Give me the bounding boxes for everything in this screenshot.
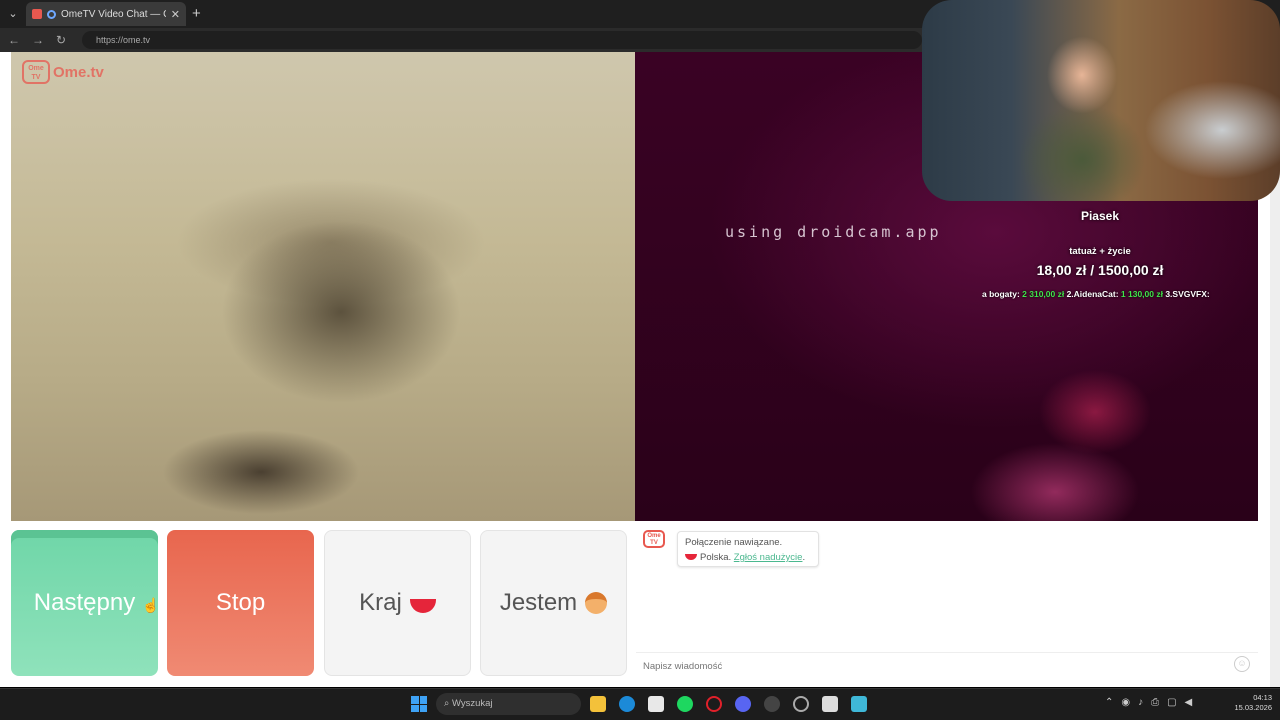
stop-label: Stop: [215, 589, 266, 616]
local-video: [11, 52, 635, 521]
capcut-icon[interactable]: [822, 696, 838, 712]
country-button[interactable]: Kraj: [324, 530, 471, 676]
donation-goal-title: tatuaż + życie: [1069, 246, 1131, 257]
new-tab-button[interactable]: +: [192, 5, 201, 23]
country-label: Kraj: [359, 589, 402, 616]
obs-icon[interactable]: [764, 696, 780, 712]
system-message: Połączenie nawiązane. Polska. Zgłoś nadu…: [677, 531, 819, 567]
recording-indicator-icon: [47, 9, 56, 19]
gender-label: Jestem: [499, 589, 578, 616]
browser-tab[interactable]: OmeTV Video Chat — Omegl ✕: [26, 2, 186, 26]
report-abuse-link[interactable]: Zgłoś nadużycie: [734, 552, 803, 563]
connection-status: Połączenie nawiązane.: [685, 537, 783, 548]
droidcam-watermark: using droidcam.app: [725, 223, 942, 241]
system-tray-icons[interactable]: ⌃◉♪⎙▢◀: [1105, 697, 1200, 708]
clock-time: 04:13: [1253, 693, 1272, 702]
chat-logo-icon: Ome TV: [643, 530, 665, 548]
country-name: Polska.: [700, 552, 732, 563]
emoji-icon[interactable]: ☺: [1234, 656, 1250, 672]
streamer-webcam: [922, 0, 1280, 201]
tab-list-icon[interactable]: ⌄: [4, 5, 22, 23]
next-button[interactable]: Następny: [11, 530, 158, 676]
message-input[interactable]: [643, 659, 1223, 673]
url-field[interactable]: https://ome.tv: [82, 31, 922, 49]
stop-button[interactable]: Stop: [167, 530, 314, 676]
discord-icon[interactable]: [735, 696, 751, 712]
top-donors-ticker: a bogaty: 2 310,00 zł 2.AidenaCat: 1 130…: [982, 289, 1240, 301]
opera-icon[interactable]: [706, 696, 722, 712]
ticker-mid: 2.AidenaCat:: [1064, 289, 1121, 299]
ticker-prefix: a bogaty:: [982, 289, 1023, 299]
favicon-icon: [32, 9, 42, 19]
gender-button[interactable]: Jestem: [480, 530, 627, 676]
reload-icon[interactable]: ↻: [56, 32, 66, 48]
donation-goal-amount: 18,00 zł / 1500,00 zł: [1036, 262, 1164, 278]
ticker-amount: 2 310,00 zł: [1022, 289, 1065, 299]
logo-text: Ome.tv: [53, 63, 104, 81]
back-icon[interactable]: ←: [8, 32, 20, 48]
boy-emoji-icon: [585, 592, 608, 614]
edge-icon[interactable]: [619, 696, 635, 712]
notepad-icon[interactable]: [851, 696, 867, 712]
report-suffix: .: [802, 552, 806, 563]
search-placeholder: Wyszukaj: [451, 698, 493, 709]
clock-date: 15.03.2026: [1234, 703, 1272, 712]
taskbar-search[interactable]: ⌕ Wyszukaj: [436, 693, 581, 715]
next-label: Następny: [33, 589, 136, 616]
app-icon[interactable]: [793, 696, 809, 712]
poland-flag-icon: [409, 599, 436, 613]
taskbar: [0, 688, 1280, 720]
taskbar-clock[interactable]: 04:13 15.03.2026: [1222, 693, 1272, 713]
logo-icon: Ome TV: [22, 60, 50, 84]
poland-flag-icon: [685, 554, 697, 560]
close-tab-icon[interactable]: ✕: [171, 8, 180, 21]
ometv-logo[interactable]: Ome TV Ome.tv: [22, 60, 104, 84]
streamer-name: Piasek: [1080, 209, 1120, 223]
ticker-suffix: 3.SVGVFX:: [1162, 289, 1210, 299]
ticker-amount: 1 130,00 zł: [1120, 289, 1163, 299]
tab-title: OmeTV Video Chat — Omegl: [61, 8, 166, 20]
file-explorer-icon[interactable]: [590, 696, 606, 712]
forward-icon[interactable]: →: [32, 32, 44, 48]
windows-start-icon[interactable]: [411, 696, 427, 712]
chat-divider: [636, 652, 1258, 653]
hand-cursor-icon: ☝: [142, 597, 160, 613]
store-icon[interactable]: [648, 696, 664, 712]
spotify-icon[interactable]: [677, 696, 693, 712]
